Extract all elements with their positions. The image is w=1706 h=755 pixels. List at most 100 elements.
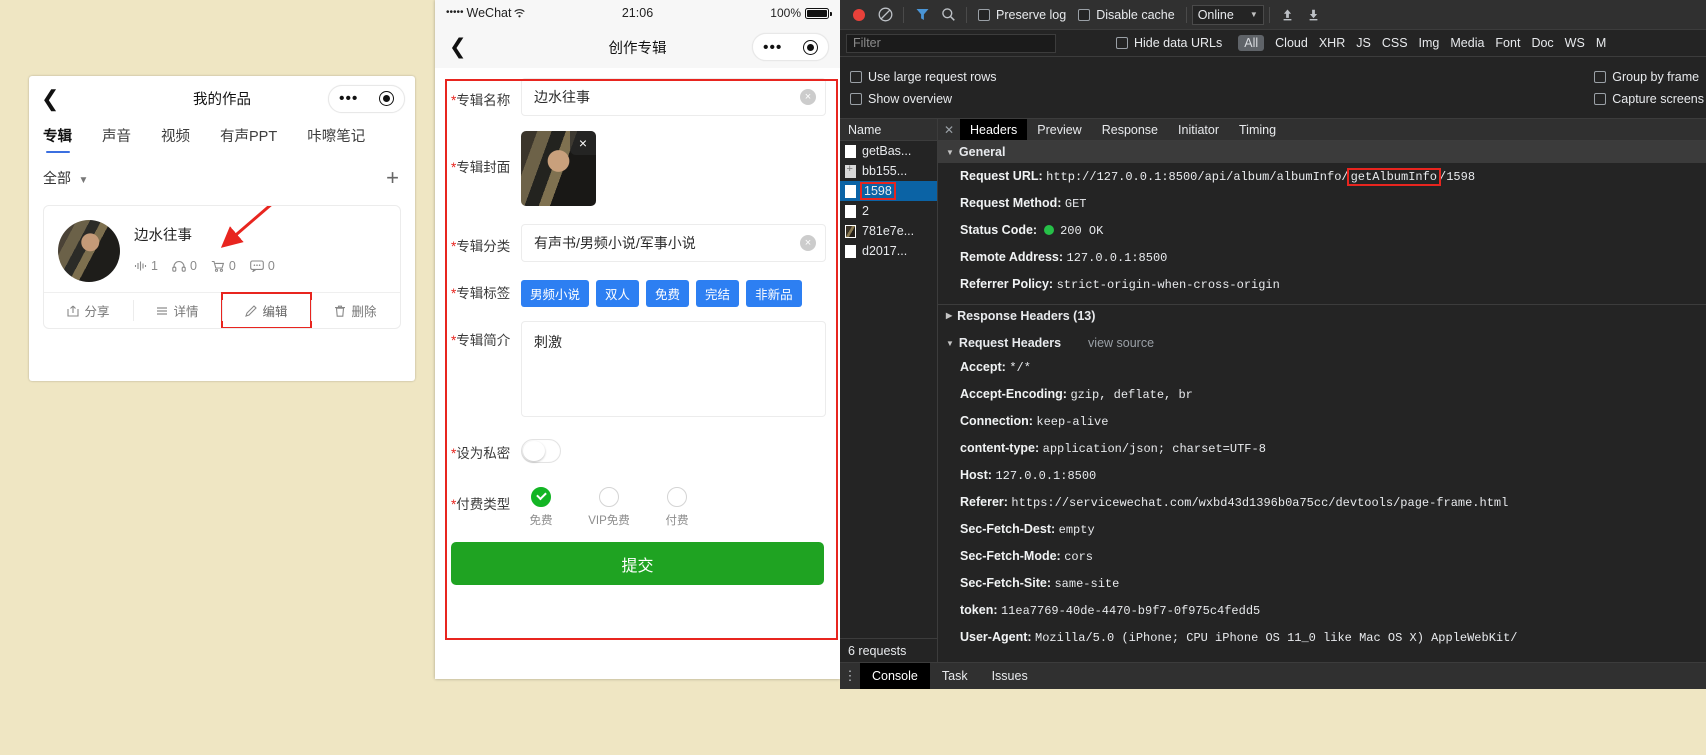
checkbox-icon[interactable] <box>850 70 862 83</box>
set-private-toggle[interactable] <box>521 439 561 463</box>
filter-type-js[interactable]: JS <box>1356 36 1371 50</box>
clear-icon[interactable]: × <box>800 235 816 251</box>
album-cover-thumbnail[interactable]: × <box>521 131 596 206</box>
clear-circle-icon[interactable] <box>872 2 898 28</box>
tag-chip[interactable]: 免费 <box>646 280 690 307</box>
upload-arrow-icon[interactable] <box>1275 2 1301 28</box>
wechat-capsule[interactable]: ••• <box>328 84 405 113</box>
drawer-tab-issues[interactable]: Issues <box>980 663 1040 689</box>
throttling-select[interactable]: Online ▼ <box>1191 4 1264 25</box>
details-button[interactable]: 详情 <box>133 293 222 328</box>
tab-response[interactable]: Response <box>1092 119 1168 140</box>
wechat-capsule[interactable]: ••• <box>752 33 829 61</box>
network-toolbar: Preserve log Disable cache Online ▼ <box>840 0 1706 30</box>
pay-option-vip-free[interactable]: VIP免费 <box>588 487 630 528</box>
request-row[interactable]: bb155... <box>840 161 937 181</box>
tab-video[interactable]: 视频 <box>161 121 190 146</box>
request-row[interactable]: getBas... <box>840 141 937 161</box>
status-time: 21:06 <box>621 6 654 20</box>
tab-audio-ppt[interactable]: 有声PPT <box>220 121 277 146</box>
use-large-rows-checkbox[interactable]: Use large request rows <box>850 70 1696 84</box>
remove-cover-icon[interactable]: × <box>570 131 596 155</box>
tag-chip[interactable]: 非新品 <box>746 280 802 307</box>
clear-icon[interactable]: × <box>800 89 816 105</box>
back-icon[interactable]: ❮ <box>41 87 59 110</box>
drawer-tab-task[interactable]: Task <box>930 663 980 689</box>
request-name-column-header[interactable]: Name <box>840 119 937 141</box>
sound-wave-icon: 1 <box>134 259 158 273</box>
add-work-button[interactable]: + <box>386 167 399 189</box>
tag-chip[interactable]: 完结 <box>696 280 740 307</box>
filter-input[interactable]: Filter <box>846 33 1056 53</box>
tab-timing[interactable]: Timing <box>1229 119 1286 140</box>
filter-type-doc[interactable]: Doc <box>1531 36 1553 50</box>
target-icon[interactable] <box>802 39 818 55</box>
filter-type-img[interactable]: Img <box>1419 36 1440 50</box>
filter-type-xhr[interactable]: XHR <box>1319 36 1345 50</box>
chevron-down-icon[interactable]: ▼ <box>1250 10 1258 19</box>
delete-button[interactable]: 删除 <box>311 293 400 328</box>
request-row[interactable]: 781e7e... <box>840 221 937 241</box>
view-source-link[interactable]: view source <box>1088 336 1154 350</box>
tab-preview[interactable]: Preview <box>1027 119 1091 140</box>
request-name: 2 <box>862 204 869 218</box>
more-dots-icon[interactable]: ••• <box>339 91 358 106</box>
filter-type-all[interactable]: All <box>1238 35 1265 51</box>
checkbox-icon[interactable] <box>978 8 990 21</box>
tab-headers[interactable]: Headers <box>960 119 1028 140</box>
checkbox-icon[interactable] <box>1594 70 1607 83</box>
checkbox-icon[interactable] <box>1594 92 1607 105</box>
tag-chip[interactable]: 男频小说 <box>521 280 590 307</box>
filter-type-media[interactable]: Media <box>1450 36 1484 50</box>
response-headers-section[interactable]: ▶ Response Headers (13) <box>938 304 1706 326</box>
album-cover-avatar <box>58 220 120 282</box>
more-options-icon[interactable]: ⋮ <box>840 663 860 689</box>
tab-notes[interactable]: 咔嚓笔记 <box>307 121 365 146</box>
album-category-input[interactable]: 有声书/男频小说/军事小说 × <box>521 224 826 262</box>
request-row-selected[interactable]: 1598 <box>840 181 937 201</box>
tab-albums[interactable]: 专辑 <box>43 121 72 146</box>
filter-type-ws[interactable]: WS <box>1565 36 1585 50</box>
funnel-icon[interactable] <box>909 2 935 28</box>
show-overview-checkbox[interactable]: Show overview <box>850 92 1696 106</box>
filter-type-css[interactable]: CSS <box>1382 36 1408 50</box>
filter-type-font[interactable]: Font <box>1495 36 1520 50</box>
capture-screenshots-checkbox[interactable]: Capture screens <box>1594 92 1704 106</box>
tag-chip[interactable]: 双人 <box>596 280 640 307</box>
pay-option-paid[interactable]: 付费 <box>657 487 697 528</box>
checkbox-icon[interactable] <box>1078 8 1091 21</box>
share-button[interactable]: 分享 <box>44 293 133 328</box>
disable-cache-checkbox[interactable]: Disable cache <box>1078 8 1175 22</box>
download-arrow-icon[interactable] <box>1301 2 1327 28</box>
record-dot-icon[interactable] <box>846 2 872 28</box>
checkbox-icon[interactable] <box>850 92 862 105</box>
submit-button[interactable]: 提交 <box>451 542 824 585</box>
drawer-tab-console[interactable]: Console <box>860 663 930 689</box>
request-row[interactable]: d2017... <box>840 241 937 261</box>
album-name-input[interactable]: 边水往事 × <box>521 78 826 116</box>
back-icon[interactable]: ❮ <box>449 37 467 58</box>
request-headers-section[interactable]: ▼ Request Headers view source <box>938 332 1706 354</box>
target-icon[interactable] <box>378 91 394 106</box>
hide-data-urls-checkbox[interactable]: Hide data URLs <box>1116 36 1222 50</box>
filter-all-dropdown[interactable]: 全部 ▼ <box>43 168 88 188</box>
edit-button[interactable]: 编辑 <box>221 292 312 328</box>
album-intro-textarea[interactable]: 刺激 <box>521 321 826 417</box>
tab-initiator[interactable]: Initiator <box>1168 119 1229 140</box>
preserve-log-checkbox[interactable]: Preserve log <box>978 8 1066 22</box>
close-icon[interactable]: ✕ <box>938 119 960 140</box>
filter-type-manifest[interactable]: M <box>1596 36 1606 50</box>
tab-audio[interactable]: 声音 <box>102 121 131 146</box>
more-dots-icon[interactable]: ••• <box>763 40 782 55</box>
search-icon[interactable] <box>935 2 961 28</box>
radio-checked-icon[interactable] <box>531 487 551 507</box>
radio-unchecked-icon[interactable] <box>599 487 619 507</box>
filter-type-cloud[interactable]: Cloud <box>1275 36 1308 50</box>
checkbox-icon[interactable] <box>1116 37 1128 49</box>
group-by-frame-checkbox[interactable]: Group by frame <box>1594 70 1704 84</box>
general-section-header[interactable]: ▼ General <box>938 141 1706 163</box>
request-list: Name getBas... bb155... 1598 2 781e7e... <box>840 119 938 662</box>
radio-unchecked-icon[interactable] <box>667 487 687 507</box>
pay-option-free[interactable]: 免费 <box>521 487 561 528</box>
request-row[interactable]: 2 <box>840 201 937 221</box>
